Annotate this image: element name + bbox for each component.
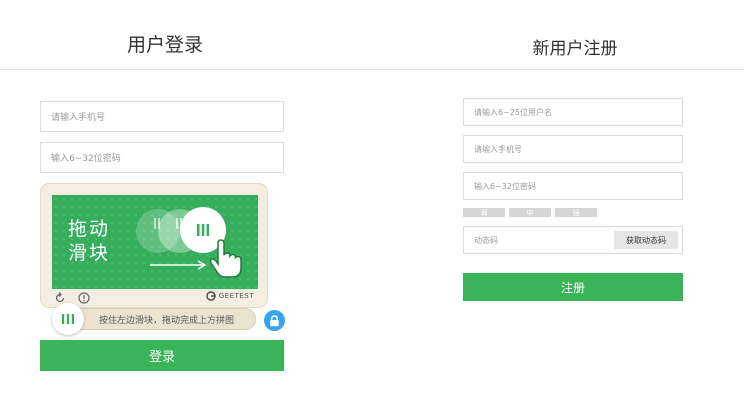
register-title-divider	[368, 69, 744, 70]
captcha-slider-hint: 按住左边滑块，拖动完成上方拼图	[99, 315, 235, 326]
geetest-brand: GEETEST	[206, 291, 254, 301]
register-phone-input[interactable]: 请输入手机号	[463, 135, 683, 163]
strength-strong: 强	[555, 208, 597, 217]
geetest-brand-label: GEETEST	[218, 292, 254, 300]
login-title-divider	[0, 69, 368, 70]
login-phone-input[interactable]: 请输入手机号	[40, 101, 284, 132]
captcha-lock	[264, 310, 285, 331]
register-username-placeholder: 请输入6~25位用户名	[474, 107, 552, 117]
register-sms-code-placeholder: 动态码	[474, 235, 498, 245]
ghost-grip-icons	[154, 218, 182, 229]
hand-pointer-icon	[209, 239, 242, 278]
strength-medium: 中	[509, 208, 551, 217]
refresh-icon[interactable]	[54, 292, 66, 304]
captcha-image-text: 拖动 滑块	[68, 217, 110, 265]
login-button[interactable]: 登录	[40, 340, 284, 371]
grip-icon	[62, 314, 74, 324]
login-phone-placeholder: 请输入手机号	[51, 113, 106, 123]
arrow-right-icon	[150, 260, 207, 270]
register-button[interactable]: 注册	[463, 273, 683, 301]
register-password-placeholder: 输入6~32位密码	[474, 181, 536, 191]
captcha-text-line1: 拖动	[68, 218, 111, 240]
geetest-logo-icon	[206, 291, 216, 301]
info-icon[interactable]	[78, 292, 90, 304]
strength-weak: 弱	[463, 208, 505, 217]
captcha-footer: GEETEST	[52, 291, 256, 305]
captcha-image: 拖动 滑块	[52, 195, 258, 289]
lock-icon	[270, 314, 279, 326]
captcha-slider-knob[interactable]	[52, 303, 84, 335]
login-password-placeholder: 输入6~32位密码	[51, 154, 121, 164]
login-password-input[interactable]: 输入6~32位密码	[40, 142, 284, 173]
captcha-widget: 拖动 滑块 GEETEST	[40, 183, 268, 308]
register-title: 新用户注册	[532, 39, 618, 59]
register-phone-placeholder: 请输入手机号	[474, 144, 522, 154]
register-username-input[interactable]: 请输入6~25位用户名	[463, 98, 683, 126]
get-sms-code-button[interactable]: 获取动态码	[614, 231, 678, 249]
captcha-text-line2: 滑块	[68, 242, 111, 264]
login-title: 用户登录	[126, 34, 203, 56]
register-password-input[interactable]: 输入6~32位密码	[463, 172, 683, 200]
